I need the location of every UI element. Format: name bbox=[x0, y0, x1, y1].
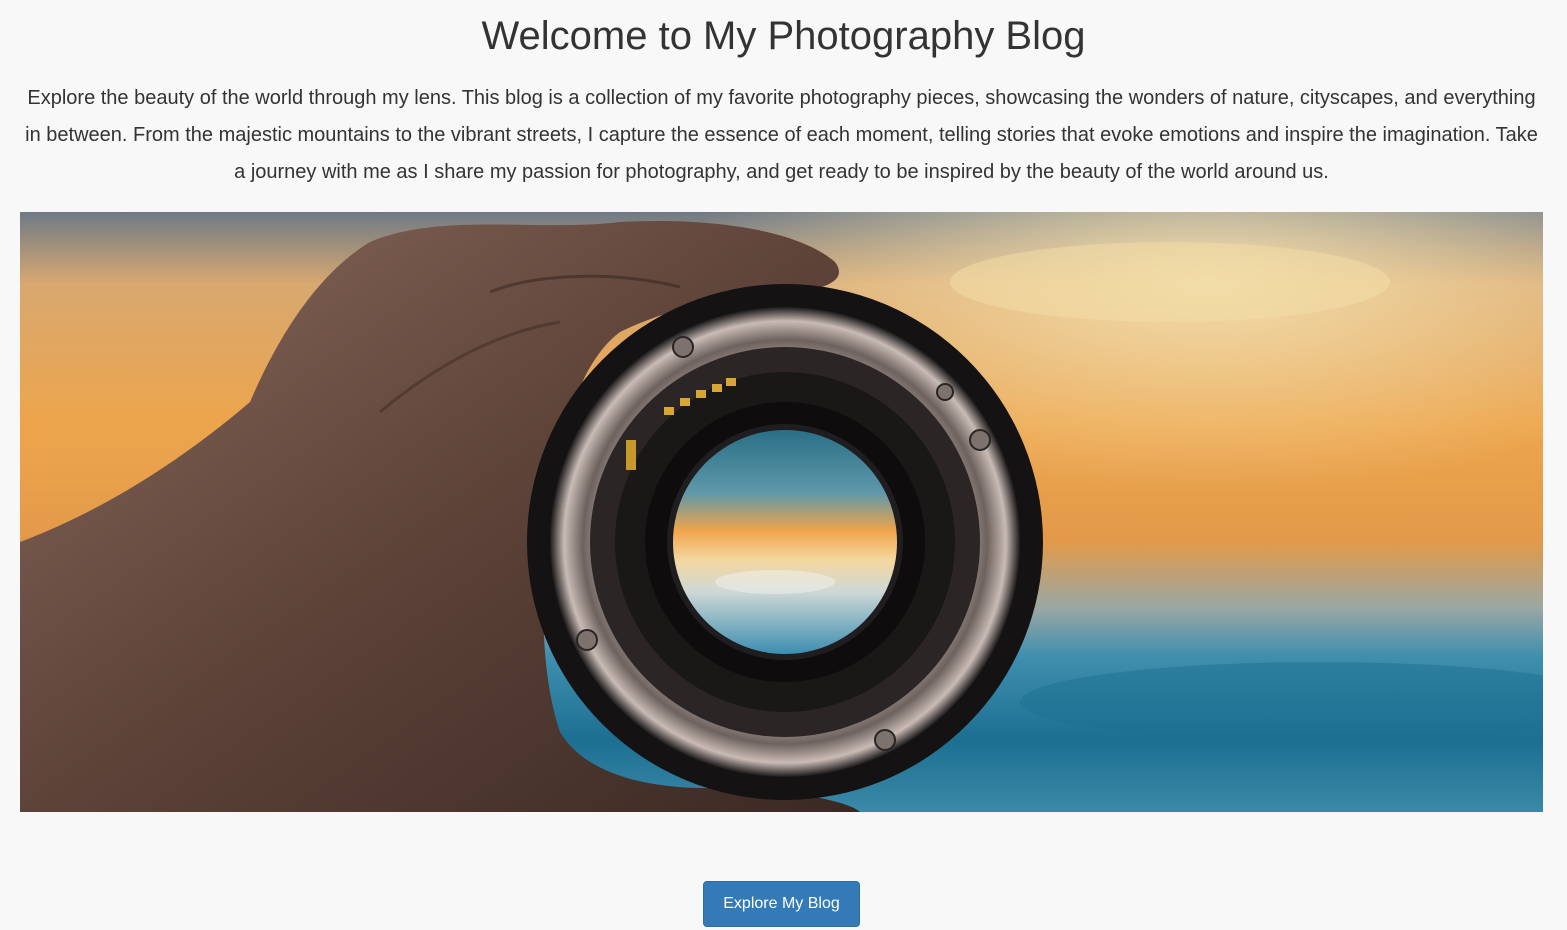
intro-paragraph: Explore the beauty of the world through … bbox=[25, 87, 1538, 183]
explore-blog-button[interactable]: Explore My Blog bbox=[703, 881, 860, 927]
page-title: Welcome to My Photography Blog bbox=[481, 14, 1086, 58]
camera-lens-photo bbox=[20, 212, 1543, 812]
page: Welcome to My Photography Blog Explore t… bbox=[0, 0, 1567, 930]
hero-image bbox=[20, 212, 1543, 812]
